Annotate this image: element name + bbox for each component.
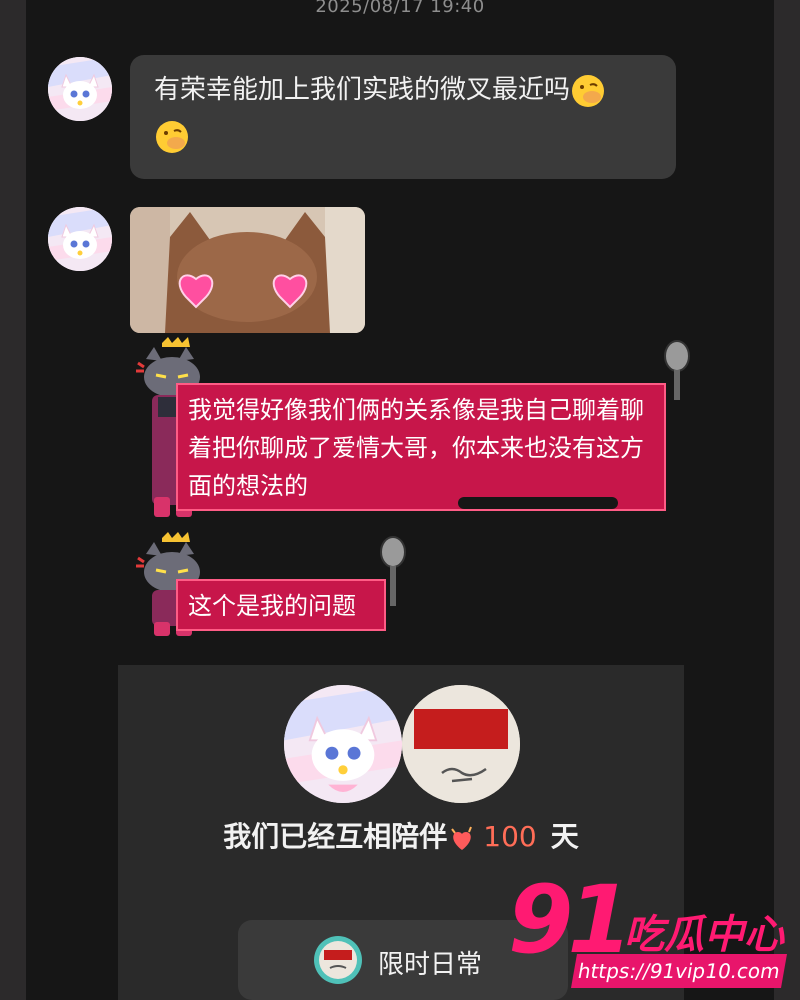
kitten-avatar-icon xyxy=(48,207,112,271)
message-text: 我觉得好像我们俩的关系像是我自己聊着聊着把你聊成了爱情大哥，你本来也没有这方面的… xyxy=(188,396,644,500)
companion-avatar-right[interactable] xyxy=(402,685,520,803)
companion-days: 100 xyxy=(483,820,537,853)
companion-label: 我们已经互相陪伴 xyxy=(223,820,448,853)
message-bubble[interactable]: 我觉得好像我们俩的关系像是我自己聊着聊着把你聊成了爱情大哥，你本来也没有这方面的… xyxy=(176,383,666,511)
frying-pan-icon xyxy=(380,536,406,606)
message-text: 这个是我的问题 xyxy=(188,592,356,620)
watermark: 91 吃瓜中心 https://91vip10.com xyxy=(508,866,800,1000)
sender-avatar[interactable] xyxy=(48,57,112,121)
frying-pan-icon xyxy=(664,340,690,400)
daily-badge-label: 限时日常 xyxy=(378,950,483,980)
badge-avatar-icon xyxy=(314,936,362,984)
kitten-avatar-icon xyxy=(48,57,112,121)
watermark-url: https://91vip10.com xyxy=(571,954,787,988)
companion-unit: 天 xyxy=(550,820,579,853)
message-timestamp: 2025/08/17 19:40 xyxy=(315,0,485,17)
shushing-face-emoji-icon xyxy=(156,120,188,153)
message-bubble[interactable]: 这个是我的问题 xyxy=(176,579,386,631)
calligraphy-avatar-icon xyxy=(402,685,520,803)
watermark-brand: 吃瓜中心 xyxy=(624,912,784,958)
kitten-avatar-icon xyxy=(284,685,402,803)
spark-heart-icon xyxy=(451,826,473,850)
message-text: 有荣幸能加上我们实践的微叉最近吗 xyxy=(154,75,571,105)
companion-avatar-left[interactable] xyxy=(284,685,402,803)
shushing-face-emoji-icon xyxy=(572,74,605,107)
chat-screen: 2025/08/17 19:40 有荣幸能加上我们实践的微叉最近吗 我觉得好像我… xyxy=(26,0,774,1000)
message-bubble[interactable]: 有荣幸能加上我们实践的微叉最近吗 xyxy=(130,55,676,179)
companion-summary: 我们已经互相陪伴 100 天 xyxy=(118,815,684,855)
sender-avatar[interactable] xyxy=(48,207,112,271)
redaction-mark xyxy=(458,497,618,509)
image-message[interactable] xyxy=(130,207,365,333)
blurred-dog-photo xyxy=(130,207,365,333)
